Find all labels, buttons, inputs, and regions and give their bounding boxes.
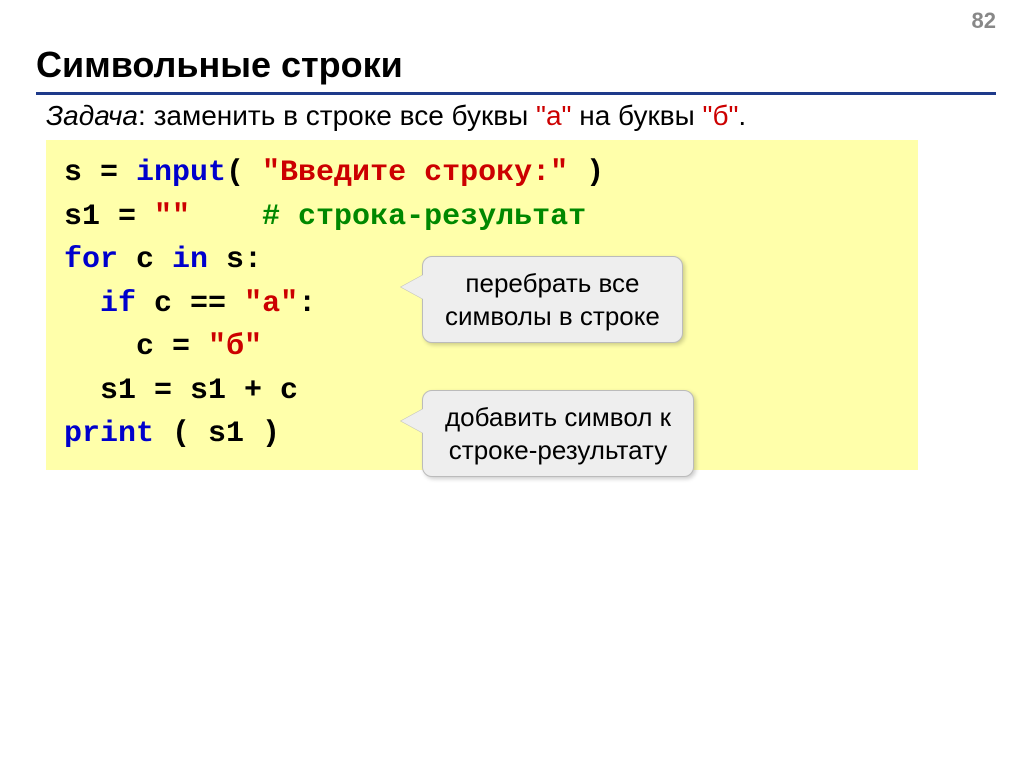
slide-title: Символьные строки bbox=[36, 44, 403, 86]
code-l7b: ( s1 ) bbox=[154, 417, 280, 451]
code-l1b: input bbox=[136, 156, 226, 190]
callout-iterate: перебрать все символы в строке bbox=[422, 256, 683, 343]
code-l2a: s1 = bbox=[64, 200, 154, 234]
page-number: 82 bbox=[972, 8, 996, 34]
code-l3a: for bbox=[64, 243, 118, 277]
code-l4c: c == bbox=[136, 287, 244, 321]
code-l4e: : bbox=[298, 287, 316, 321]
code-l4d: "а" bbox=[244, 287, 298, 321]
task-text-2: на буквы bbox=[571, 100, 702, 131]
code-l1e: ) bbox=[568, 156, 604, 190]
task-letter-a: "а" bbox=[536, 100, 571, 131]
code-l4b: if bbox=[100, 287, 136, 321]
code-l2b: "" bbox=[154, 200, 190, 234]
task-letter-b: "б" bbox=[703, 100, 739, 131]
code-l4a bbox=[64, 287, 100, 321]
task-label: Задача bbox=[46, 100, 138, 131]
code-l2c bbox=[190, 200, 262, 234]
callout1-line2: символы в строке bbox=[445, 301, 660, 331]
code-l3c: in bbox=[172, 243, 208, 277]
code-l1a: s = bbox=[64, 156, 136, 190]
code-l1d: "Введите строку:" bbox=[262, 156, 568, 190]
code-l6: s1 = s1 + c bbox=[64, 374, 298, 408]
code-l3b: c bbox=[118, 243, 172, 277]
task-dot: . bbox=[738, 100, 746, 131]
title-underline bbox=[36, 92, 996, 95]
task-description: Задача: заменить в строке все буквы "а" … bbox=[46, 100, 746, 132]
callout1-line1: перебрать все bbox=[465, 268, 639, 298]
task-sep: : bbox=[138, 100, 154, 131]
task-text-1: заменить в строке все буквы bbox=[154, 100, 536, 131]
code-l3d: s: bbox=[208, 243, 262, 277]
code-l2d: # строка-результат bbox=[262, 200, 586, 234]
callout2-line2: строке-результату bbox=[449, 435, 667, 465]
code-l1c: ( bbox=[226, 156, 262, 190]
code-l5a: c = bbox=[64, 330, 208, 364]
code-l5b: "б" bbox=[208, 330, 262, 364]
code-l7a: print bbox=[64, 417, 154, 451]
callout-append: добавить символ к строке-результату bbox=[422, 390, 694, 477]
callout2-line1: добавить символ к bbox=[445, 402, 671, 432]
